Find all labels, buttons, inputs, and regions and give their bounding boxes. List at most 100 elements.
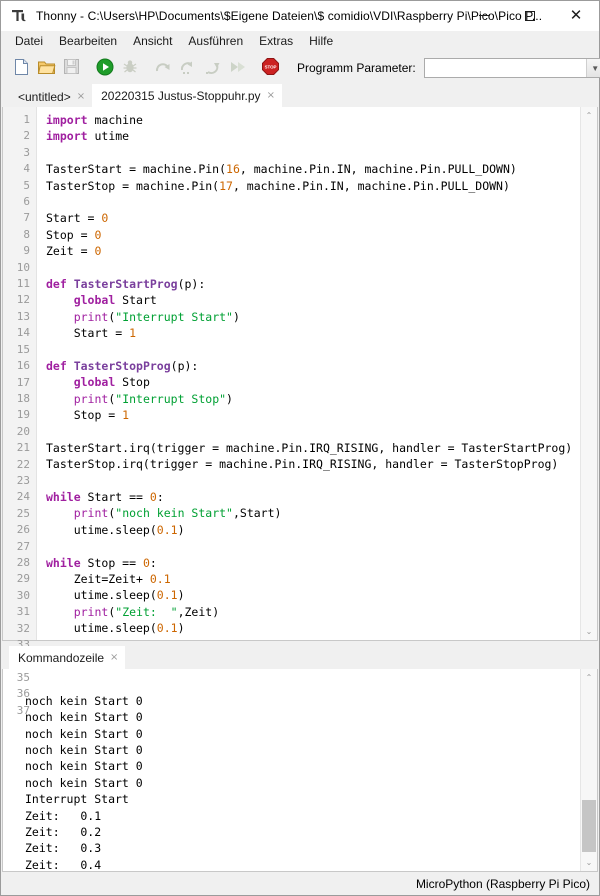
code-line: Zeit = 0 bbox=[46, 243, 580, 259]
resume-button[interactable] bbox=[225, 56, 250, 81]
code-token: 0.1 bbox=[156, 522, 178, 537]
thonny-logo-icon bbox=[10, 7, 28, 25]
code-line: while Start == 0: bbox=[46, 489, 580, 505]
code-token: 16 bbox=[226, 162, 240, 177]
code-token: 0.1 bbox=[149, 571, 171, 586]
step-out-button[interactable] bbox=[200, 56, 225, 81]
code-token: Stop == bbox=[80, 555, 143, 570]
run-button[interactable] bbox=[92, 56, 117, 81]
line-number: 13 bbox=[16, 309, 30, 323]
line-number: 31 bbox=[16, 605, 30, 619]
close-button[interactable]: ✕ bbox=[553, 1, 599, 30]
code-line: TasterStop.irq(trigger = machine.Pin.IRQ… bbox=[46, 456, 580, 472]
code-line: print("Interrupt Stop") bbox=[46, 391, 580, 407]
save-file-button[interactable] bbox=[59, 56, 84, 81]
code-token: ) bbox=[232, 309, 240, 324]
tab-untitled[interactable]: <untitled> × bbox=[9, 86, 93, 107]
code-token: 1 bbox=[129, 326, 137, 341]
code-line: TasterStart.irq(trigger = machine.Pin.IR… bbox=[46, 440, 580, 456]
debug-button[interactable] bbox=[117, 56, 142, 81]
menu-hilfe[interactable]: Hilfe bbox=[301, 32, 341, 51]
shell-scroll-thumb[interactable] bbox=[582, 800, 596, 852]
line-number: 26 bbox=[16, 523, 30, 537]
code-token: TasterStopProg bbox=[73, 358, 171, 373]
tab-close-icon[interactable]: × bbox=[110, 652, 118, 663]
stop-button[interactable]: STOP bbox=[258, 56, 283, 81]
maximize-button[interactable] bbox=[507, 1, 553, 30]
code-line: Start = 0 bbox=[46, 210, 580, 226]
code-line: print("noch kein Start",Start) bbox=[46, 505, 580, 521]
interpreter-status[interactable]: MicroPython (Raspberry Pi Pico) bbox=[416, 877, 590, 891]
line-number: 14 bbox=[16, 326, 30, 340]
new-file-button[interactable] bbox=[9, 56, 34, 81]
line-number-gutter: 1 2 3 4 5 6 7 8 9 10 11 12 13 14 15 16 17 18 19 20 21 22 23 24 2… bbox=[3, 107, 37, 717]
tab-kommandozeile-label: Kommandozeile bbox=[18, 650, 105, 665]
shell-tabstrip: Kommandozeile × bbox=[1, 646, 599, 669]
code-token: ) bbox=[177, 621, 185, 636]
scroll-down-icon[interactable]: ⌄ bbox=[581, 623, 597, 640]
line-number: 19 bbox=[16, 408, 30, 422]
scroll-down-icon[interactable]: ⌄ bbox=[581, 854, 597, 871]
code-line: utime.sleep(0.1) bbox=[46, 620, 580, 636]
menu-bearbeiten[interactable]: Bearbeiten bbox=[51, 32, 125, 51]
scroll-up-icon[interactable]: ⌃ bbox=[581, 669, 597, 686]
line-number: 32 bbox=[16, 621, 30, 635]
program-parameter-input[interactable] bbox=[424, 59, 586, 77]
line-number: 27 bbox=[16, 539, 30, 553]
shell-line: noch kein Start 0 bbox=[25, 759, 143, 774]
code-text[interactable]: import machine import utime TasterStart =… bbox=[37, 107, 580, 640]
shell-line: noch kein Start 0 bbox=[25, 743, 143, 758]
tab-stoppuhr-py[interactable]: 20220315 Justus-Stoppuhr.py × bbox=[92, 84, 282, 107]
menu-ansicht[interactable]: Ansicht bbox=[125, 32, 180, 51]
code-token: machine bbox=[87, 113, 143, 127]
code-token: TasterStart = machine.Pin( bbox=[46, 162, 227, 177]
code-token: "Interrupt Stop" bbox=[115, 391, 227, 406]
code-token: utime.sleep( bbox=[46, 588, 157, 603]
toolbar: STOP Programm Parameter: ▼ bbox=[1, 53, 600, 83]
shell-output[interactable]: noch kein Start 0 noch kein Start 0 noch k… bbox=[3, 669, 580, 871]
code-token: ,Zeit) bbox=[177, 604, 220, 619]
step-into-button[interactable] bbox=[175, 56, 200, 81]
step-out-icon bbox=[204, 59, 222, 78]
menu-datei[interactable]: Datei bbox=[7, 32, 51, 51]
line-number: 30 bbox=[16, 588, 30, 602]
editor-scroll-track[interactable] bbox=[581, 124, 597, 623]
shell-line: noch kein Start 0 bbox=[25, 726, 143, 741]
tab-close-icon[interactable]: × bbox=[267, 90, 275, 101]
shell-line: Zeit: 0.2 bbox=[25, 825, 102, 840]
code-token: Stop = bbox=[46, 227, 95, 242]
line-number: 2 bbox=[23, 129, 30, 143]
shell-scroll-track[interactable] bbox=[581, 686, 597, 854]
code-line: TasterStop = machine.Pin(17, machine.Pin… bbox=[46, 178, 580, 194]
line-number: 3 bbox=[23, 145, 30, 159]
open-file-icon bbox=[37, 58, 56, 79]
scroll-up-icon[interactable]: ⌃ bbox=[581, 107, 597, 124]
tab-close-icon[interactable]: × bbox=[77, 91, 85, 102]
code-token: print bbox=[73, 309, 109, 324]
code-token: ) bbox=[177, 588, 185, 603]
menu-extras[interactable]: Extras bbox=[251, 32, 301, 51]
menubar: Datei Bearbeiten Ansicht Ausführen Extra… bbox=[1, 31, 599, 53]
minimize-button[interactable] bbox=[461, 1, 507, 30]
code-line: Start = 1 bbox=[46, 325, 580, 341]
menu-ausfuehren[interactable]: Ausführen bbox=[180, 32, 251, 51]
shell-vertical-scrollbar[interactable]: ⌃ ⌄ bbox=[580, 669, 597, 871]
editor-vertical-scrollbar[interactable]: ⌃ ⌄ bbox=[580, 107, 597, 640]
program-parameter-combo[interactable]: ▼ bbox=[423, 58, 600, 78]
svg-text:STOP: STOP bbox=[265, 64, 277, 69]
tab-kommandozeile[interactable]: Kommandozeile × bbox=[9, 646, 126, 669]
code-token: , machine.Pin.IN, machine.Pin.PULL_DOWN) bbox=[232, 178, 510, 193]
program-parameter-label: Programm Parameter: bbox=[297, 61, 416, 75]
code-token: def bbox=[46, 358, 67, 373]
code-line: utime.sleep(0.1) bbox=[46, 587, 580, 603]
open-file-button[interactable] bbox=[34, 56, 59, 81]
step-over-button[interactable] bbox=[150, 56, 175, 81]
chevron-down-icon[interactable]: ▼ bbox=[585, 59, 600, 77]
